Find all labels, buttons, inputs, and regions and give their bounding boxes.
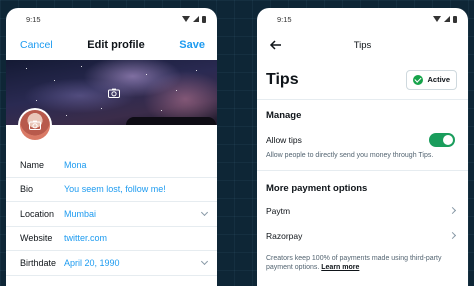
- bio-field[interactable]: Bio You seem lost, follow me!: [6, 178, 217, 202]
- status-icons: [433, 15, 457, 23]
- field-label: Birthdate: [20, 257, 57, 268]
- section-title-manage: Manage: [266, 110, 302, 121]
- section-title-more-payment: More payment options: [266, 183, 368, 195]
- birthdate-select[interactable]: April 20, 1990: [64, 258, 202, 268]
- edit-profile-header: Cancel Edit profile Save: [6, 30, 217, 60]
- website-input[interactable]: twitter.com: [64, 233, 207, 243]
- tips-screen: 9:15 Tips Tips Active Manage Allow tips …: [257, 8, 468, 286]
- payment-footnote: Creators keep 100% of payments made usin…: [257, 254, 468, 272]
- payment-option-paytm[interactable]: Paytm: [257, 198, 468, 223]
- payment-option-razorpay[interactable]: Razorpay: [257, 223, 468, 248]
- field-label: Location: [20, 208, 55, 219]
- battery-icon: [453, 15, 457, 23]
- name-field[interactable]: Name Mona: [6, 153, 217, 178]
- allow-tips-label: Allow tips: [266, 135, 302, 145]
- wifi-icon: [182, 16, 190, 22]
- tips-header: Tips: [257, 30, 468, 60]
- cancel-button[interactable]: Cancel: [20, 39, 53, 51]
- learn-more-link[interactable]: Learn more: [321, 264, 359, 271]
- website-field[interactable]: Website twitter.com: [6, 227, 217, 251]
- chevron-down-icon[interactable]: [200, 208, 209, 216]
- tips-title-row: Tips Active: [257, 60, 468, 100]
- status-time: 9:15: [26, 14, 41, 24]
- chevron-right-icon: [448, 232, 457, 240]
- bio-input[interactable]: You seem lost, follow me!: [64, 184, 207, 194]
- location-field[interactable]: Location Mumbai: [6, 202, 217, 227]
- save-button[interactable]: Save: [179, 39, 205, 51]
- status-badge-label: Active: [427, 75, 450, 84]
- allow-tips-description: Allow people to directly send you money …: [266, 152, 434, 159]
- signal-icon: [444, 16, 450, 22]
- field-label: Bio: [20, 184, 34, 195]
- birthdate-field[interactable]: Birthdate April 20, 1990: [6, 251, 217, 276]
- edit-profile-screen: 9:15 Cancel Edit profile Save Name Mona …: [6, 8, 217, 286]
- status-icons: [182, 15, 206, 23]
- check-circle-icon: [413, 74, 424, 85]
- status-badge: Active: [406, 69, 457, 90]
- profile-form: Name Mona Bio You seem lost, follow me! …: [6, 153, 217, 276]
- signal-icon: [193, 16, 199, 22]
- status-bar: 9:15: [6, 8, 217, 30]
- avatar-image: [20, 110, 50, 140]
- payment-options-list: Paytm Razorpay: [257, 198, 468, 248]
- status-time: 9:15: [277, 14, 292, 24]
- chevron-down-icon[interactable]: [200, 257, 209, 265]
- camera-icon[interactable]: [29, 120, 41, 130]
- allow-tips-row[interactable]: Allow tips: [257, 133, 468, 147]
- location-select[interactable]: Mumbai: [64, 209, 202, 219]
- camera-icon[interactable]: [108, 88, 120, 98]
- back-arrow-icon[interactable]: [269, 39, 283, 51]
- page-title: Edit profile: [87, 39, 145, 51]
- battery-icon: [202, 15, 206, 23]
- field-label: Name: [20, 159, 45, 170]
- allow-tips-toggle[interactable]: [429, 133, 455, 147]
- payment-option-label: Razorpay: [266, 230, 303, 241]
- hill-silhouette: [126, 117, 216, 125]
- name-input[interactable]: Mona: [64, 160, 207, 170]
- payment-option-label: Paytm: [266, 205, 291, 216]
- wifi-icon: [433, 16, 441, 22]
- chevron-right-icon: [448, 207, 457, 215]
- avatar[interactable]: [18, 108, 52, 142]
- page-title: Tips: [266, 70, 299, 88]
- field-label: Website: [20, 233, 53, 244]
- status-bar: 9:15: [257, 8, 468, 30]
- header-title: Tips: [353, 39, 372, 51]
- divider: [257, 170, 468, 172]
